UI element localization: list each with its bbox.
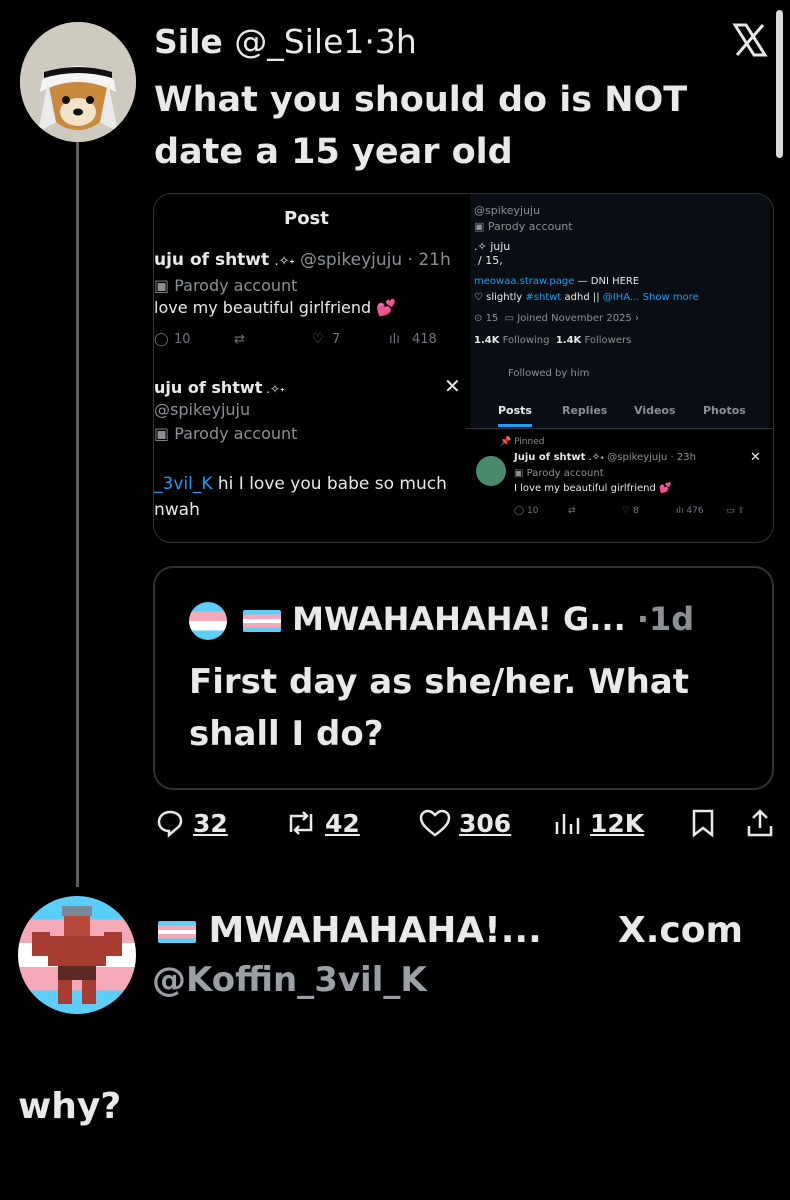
profile-bio2: / 15, [478, 254, 503, 267]
post-header: Post [284, 208, 329, 229]
heart-icon: ♡ [312, 332, 324, 347]
trans-flag-icon [158, 921, 196, 943]
profile-bio3: ♡ slightly #shtwt adhd || @IHA... Show m… [474, 292, 699, 303]
followed-by: Followed by him [508, 368, 590, 379]
separator-dot: · [364, 22, 375, 61]
profile-badge: ▣ Parody account [474, 220, 573, 233]
reply-button[interactable]: 32 [155, 808, 228, 838]
post2-badge: ▣ Parody account [154, 424, 298, 443]
post1-author: uju of shtwt .✧˖ @spikeyjuju · 21h [154, 250, 451, 270]
like-button[interactable]: 306 [419, 808, 511, 838]
post1-handle: @spikeyjuju · 21h [300, 250, 451, 270]
active-tab-indicator [498, 424, 532, 427]
site-label: X.com [618, 910, 743, 951]
pinned-label: 📌 Pinned [500, 437, 545, 447]
share-button[interactable] [745, 808, 775, 838]
bookmark-icon [692, 809, 714, 838]
profile-handle: @spikeyjuju [474, 204, 541, 217]
author-name[interactable]: Sile [154, 22, 223, 61]
post2-author: uju of shtwt .✧˖ [154, 378, 285, 397]
repost-button[interactable]: 42 [285, 808, 360, 838]
views-icon [555, 814, 580, 834]
trans-flag-icon [243, 610, 281, 632]
parody-badge-icon: ▣ [154, 276, 170, 295]
pinned-text: I love my beautiful girlfriend 💕 [514, 483, 672, 494]
profile-follow-counts: 1.4K Following 1.4K Followers [474, 335, 632, 346]
pixel-character-icon [32, 906, 122, 1004]
tweet-author-line: Sile @_Sile1·3h [154, 22, 417, 61]
close-icon: ✕ [444, 374, 461, 398]
reply-author-name[interactable]: MWAHAHAHA!... [158, 910, 542, 951]
quote-author-line: MWAHAHAHA! G... ·1d [243, 600, 694, 638]
avatar[interactable] [20, 22, 136, 142]
post1-text: love my beautiful girlfriend 💕 [154, 298, 397, 317]
profile-bio1: .✧ juju [474, 240, 511, 253]
repost-icon: ⇄ [234, 332, 245, 347]
reply-icon [157, 810, 183, 838]
pinned-badge: ▣ Parody account [514, 468, 604, 479]
quoted-tweet[interactable]: MWAHAHAHA! G... ·1d First day as she/her… [153, 566, 774, 790]
pinned-author: Juju of shtwt .✧˖ @spikeyjuju · 23h [514, 452, 696, 463]
reply-handle[interactable]: @Koffin_3vil_K [152, 960, 427, 1000]
post1-badge: ▣ Parody account [154, 276, 298, 295]
tweet-text: What you should do is NOT date a 15 year… [154, 80, 688, 172]
quote-text: First day as she/her. What shall I do? [189, 662, 689, 754]
thread-line [76, 142, 79, 887]
x-logo-icon: X.com [618, 910, 744, 951]
bookmark-button[interactable] [689, 808, 717, 838]
attached-screenshot[interactable]: Post uju of shtwt .✧˖ @spikeyjuju · 21h … [153, 193, 774, 543]
quote-author-name: MWAHAHAHA! G... [292, 600, 626, 638]
post2-handle: @spikeyjuju [154, 400, 251, 419]
post2-text: _3vil_K hi I love you babe so much [154, 474, 447, 494]
pinned-avatar [476, 456, 506, 486]
scrollbar[interactable] [776, 10, 783, 158]
tab-divider [466, 428, 773, 429]
tweet-time[interactable]: 3h [375, 22, 417, 61]
profile-meta: ⊙ 15 ▭ Joined November 2025 › [474, 313, 639, 324]
pinned-close-icon: ✕ [750, 450, 761, 465]
x-logo-icon[interactable] [732, 22, 768, 67]
profile-link: meowaa.straw.page — DNI HERE [474, 276, 640, 287]
share-icon [747, 809, 773, 837]
views-button[interactable]: 12K [552, 808, 644, 838]
dog-avatar-icon [20, 22, 136, 142]
reply-text: why? [18, 1086, 122, 1127]
post1-name: uju of shtwt [154, 250, 270, 270]
post2-text-cont: nwah [154, 500, 200, 520]
author-handle[interactable]: @_Sile1 [234, 22, 364, 61]
quote-avatar [189, 602, 227, 640]
heart-icon [419, 809, 451, 837]
tweet-action-bar: 32 42 306 12K [155, 808, 780, 848]
repost-icon [289, 811, 313, 835]
views-icon: ılı [389, 332, 400, 347]
reply-avatar[interactable] [18, 896, 136, 1014]
reply-icon: ◯ [154, 332, 169, 347]
